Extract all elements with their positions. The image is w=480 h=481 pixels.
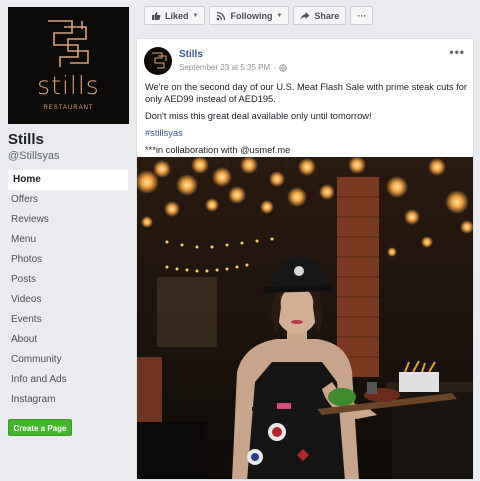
page-handle[interactable]: @Stillsyas	[8, 150, 60, 162]
sidebar-item-posts[interactable]: Posts	[8, 270, 128, 290]
sidebar-item-videos[interactable]: Videos	[8, 290, 128, 310]
globe-icon	[279, 63, 287, 72]
thumbs-up-icon	[152, 11, 161, 20]
page-title[interactable]: Stills	[8, 131, 44, 148]
post-options-button[interactable]: •••	[449, 45, 465, 59]
sidebar-item-community[interactable]: Community	[8, 350, 128, 370]
more-options-button[interactable]: ···	[350, 6, 374, 25]
chevron-down-icon: ▼	[276, 12, 283, 19]
create-page-button[interactable]: Create a Page	[8, 419, 72, 436]
liked-label: Liked	[165, 10, 189, 21]
page-action-bar: Liked ▼ Following ▼ Share ···	[144, 6, 374, 26]
post-meta: September 23 at 5:35 PM ·	[179, 63, 287, 72]
sidebar-item-instagram[interactable]: Instagram	[8, 390, 128, 410]
share-label: Share	[314, 10, 340, 21]
sidebar-item-home[interactable]: Home	[8, 170, 128, 190]
sidebar-item-photos[interactable]: Photos	[8, 250, 128, 270]
logo-wordmark: stills	[37, 71, 100, 100]
facebook-page: stills RESTAURANT Stills @Stillsyas Home…	[0, 0, 480, 481]
post-author[interactable]: Stills	[179, 49, 203, 60]
sidebar-nav: Home Offers Reviews Menu Photos Posts Vi…	[8, 170, 128, 410]
sidebar-item-offers[interactable]: Offers	[8, 190, 128, 210]
post-line-1: We're on the second day of our U.S. Meat…	[145, 82, 467, 104]
separator: ·	[273, 63, 276, 72]
profile-logo[interactable]: stills RESTAURANT	[8, 7, 129, 124]
avatar[interactable]	[144, 47, 172, 75]
post-card: Stills September 23 at 5:35 PM · ••• We'…	[136, 38, 474, 480]
chevron-down-icon: ▼	[192, 12, 199, 19]
logo-mark-icon	[48, 20, 89, 67]
share-arrow-icon	[300, 11, 310, 20]
post-line-3: ***in collaboration with @usmef.me	[145, 145, 291, 155]
post-line-2: Don't miss this great deal available onl…	[145, 111, 372, 121]
sidebar-item-reviews[interactable]: Reviews	[8, 210, 128, 230]
post-text: We're on the second day of our U.S. Meat…	[145, 81, 467, 161]
following-label: Following	[230, 10, 273, 21]
share-button[interactable]: Share	[293, 6, 347, 25]
sidebar-item-info-and-ads[interactable]: Info and Ads	[8, 370, 128, 390]
rss-icon	[217, 11, 226, 20]
hashtag-link[interactable]: #stillsyas	[145, 127, 467, 139]
post-timestamp[interactable]: September 23 at 5:35 PM	[179, 63, 270, 72]
left-column: stills RESTAURANT Stills @Stillsyas Home…	[0, 0, 136, 481]
sidebar-item-about[interactable]: About	[8, 330, 128, 350]
sidebar-item-menu[interactable]: Menu	[8, 230, 128, 250]
logo-subtitle: RESTAURANT	[43, 105, 94, 111]
sidebar-item-events[interactable]: Events	[8, 310, 128, 330]
following-button[interactable]: Following ▼	[209, 6, 290, 25]
post-photo[interactable]	[137, 157, 474, 480]
logo-mark-icon	[152, 52, 167, 69]
liked-button[interactable]: Liked ▼	[144, 6, 206, 25]
